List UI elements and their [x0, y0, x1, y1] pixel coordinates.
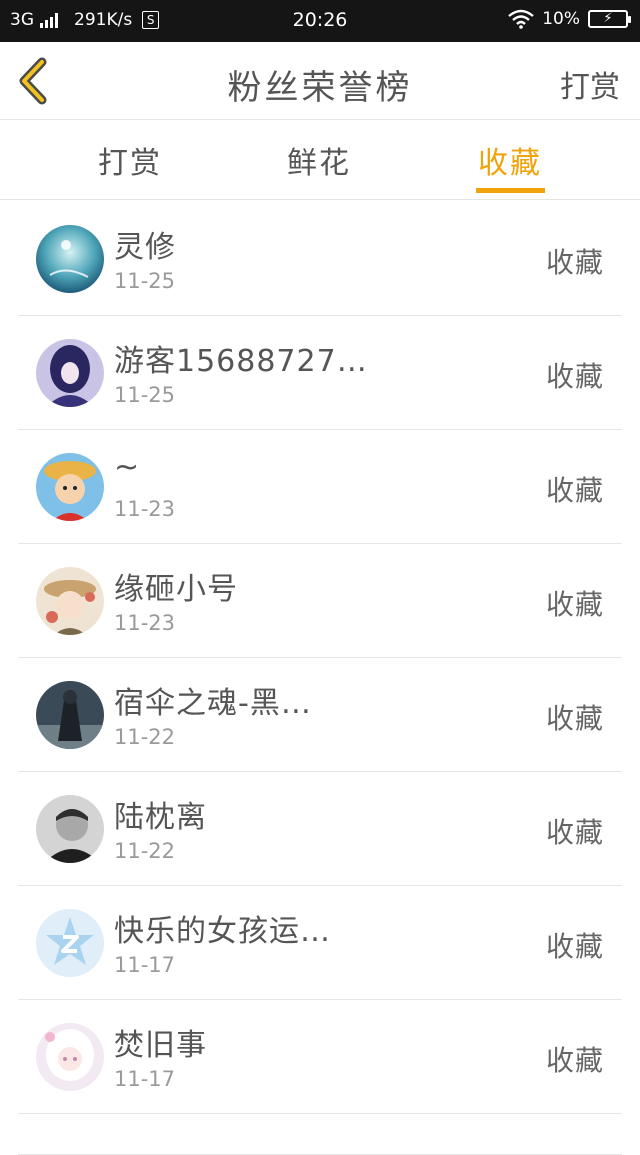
item-date: 11-25 [114, 383, 176, 407]
user-name: ~ [114, 450, 141, 485]
user-name: 宿伞之魂-黑… [114, 686, 312, 721]
list-item[interactable]: 宿伞之魂-黑… 11-22 收藏 [18, 658, 622, 772]
avatar [36, 795, 104, 863]
item-date: 11-23 [114, 497, 176, 521]
item-action: 收藏 [545, 702, 604, 735]
tab-reward[interactable]: 打赏 [98, 138, 162, 182]
page-title: 粉丝荣誉榜 [227, 68, 413, 108]
list-item[interactable]: 焚旧事 11-17 收藏 [18, 1000, 622, 1114]
status-right: 10% ⚡ [508, 9, 631, 29]
wifi-icon [508, 9, 534, 29]
item-date: 11-17 [114, 953, 176, 977]
item-action: 收藏 [545, 1044, 604, 1077]
user-name: 陆枕离 [114, 800, 207, 835]
user-name: 灵修 [114, 230, 176, 265]
fan-list: 灵修 11-25 收藏 游客15688727… 11-25 收藏 ~ 11-23… [18, 202, 622, 1155]
user-name: 缘砸小号 [114, 572, 238, 607]
avatar [36, 225, 104, 293]
user-name: 快乐的女孩运… [114, 914, 331, 949]
item-date: 11-22 [114, 839, 176, 863]
item-action: 收藏 [545, 816, 604, 849]
item-date: 11-17 [114, 1067, 176, 1091]
tab-flowers[interactable]: 鲜花 [287, 138, 351, 182]
avatar [36, 453, 104, 521]
list-item[interactable]: ~ 11-23 收藏 [18, 430, 622, 544]
item-action: 收藏 [545, 360, 604, 393]
item-action: 收藏 [545, 474, 604, 507]
item-date: 11-22 [114, 725, 176, 749]
list-item-partial[interactable] [18, 1114, 622, 1155]
item-date: 11-25 [114, 269, 176, 293]
battery-icon: ⚡ [588, 10, 631, 28]
tab-favorites[interactable]: 收藏 [478, 138, 542, 182]
list-item[interactable]: 灵修 11-25 收藏 [18, 202, 622, 316]
list-item[interactable]: 快乐的女孩运… 11-17 收藏 [18, 886, 622, 1000]
item-date: 11-23 [114, 611, 176, 635]
nav-bar: 粉丝荣誉榜 打赏 [0, 42, 640, 120]
status-bar: 3G 291K/s S 20:26 10% ⚡ [0, 0, 640, 42]
avatar [36, 339, 104, 407]
battery-percent: 10% [542, 9, 580, 29]
item-action: 收藏 [545, 930, 604, 963]
avatar [36, 681, 104, 749]
active-tab-indicator [476, 188, 545, 193]
item-action: 收藏 [545, 246, 604, 279]
list-item[interactable]: 缘砸小号 11-23 收藏 [18, 544, 622, 658]
user-name: 游客15688727… [114, 344, 368, 379]
item-action: 收藏 [545, 588, 604, 621]
tab-bar: 打赏 鲜花 收藏 [0, 120, 640, 200]
reward-button[interactable]: 打赏 [560, 62, 620, 106]
list-item[interactable]: 游客15688727… 11-25 收藏 [18, 316, 622, 430]
user-name: 焚旧事 [114, 1028, 207, 1063]
avatar [36, 567, 104, 635]
avatar [36, 909, 104, 977]
avatar [36, 1023, 104, 1091]
list-item[interactable]: 陆枕离 11-22 收藏 [18, 772, 622, 886]
